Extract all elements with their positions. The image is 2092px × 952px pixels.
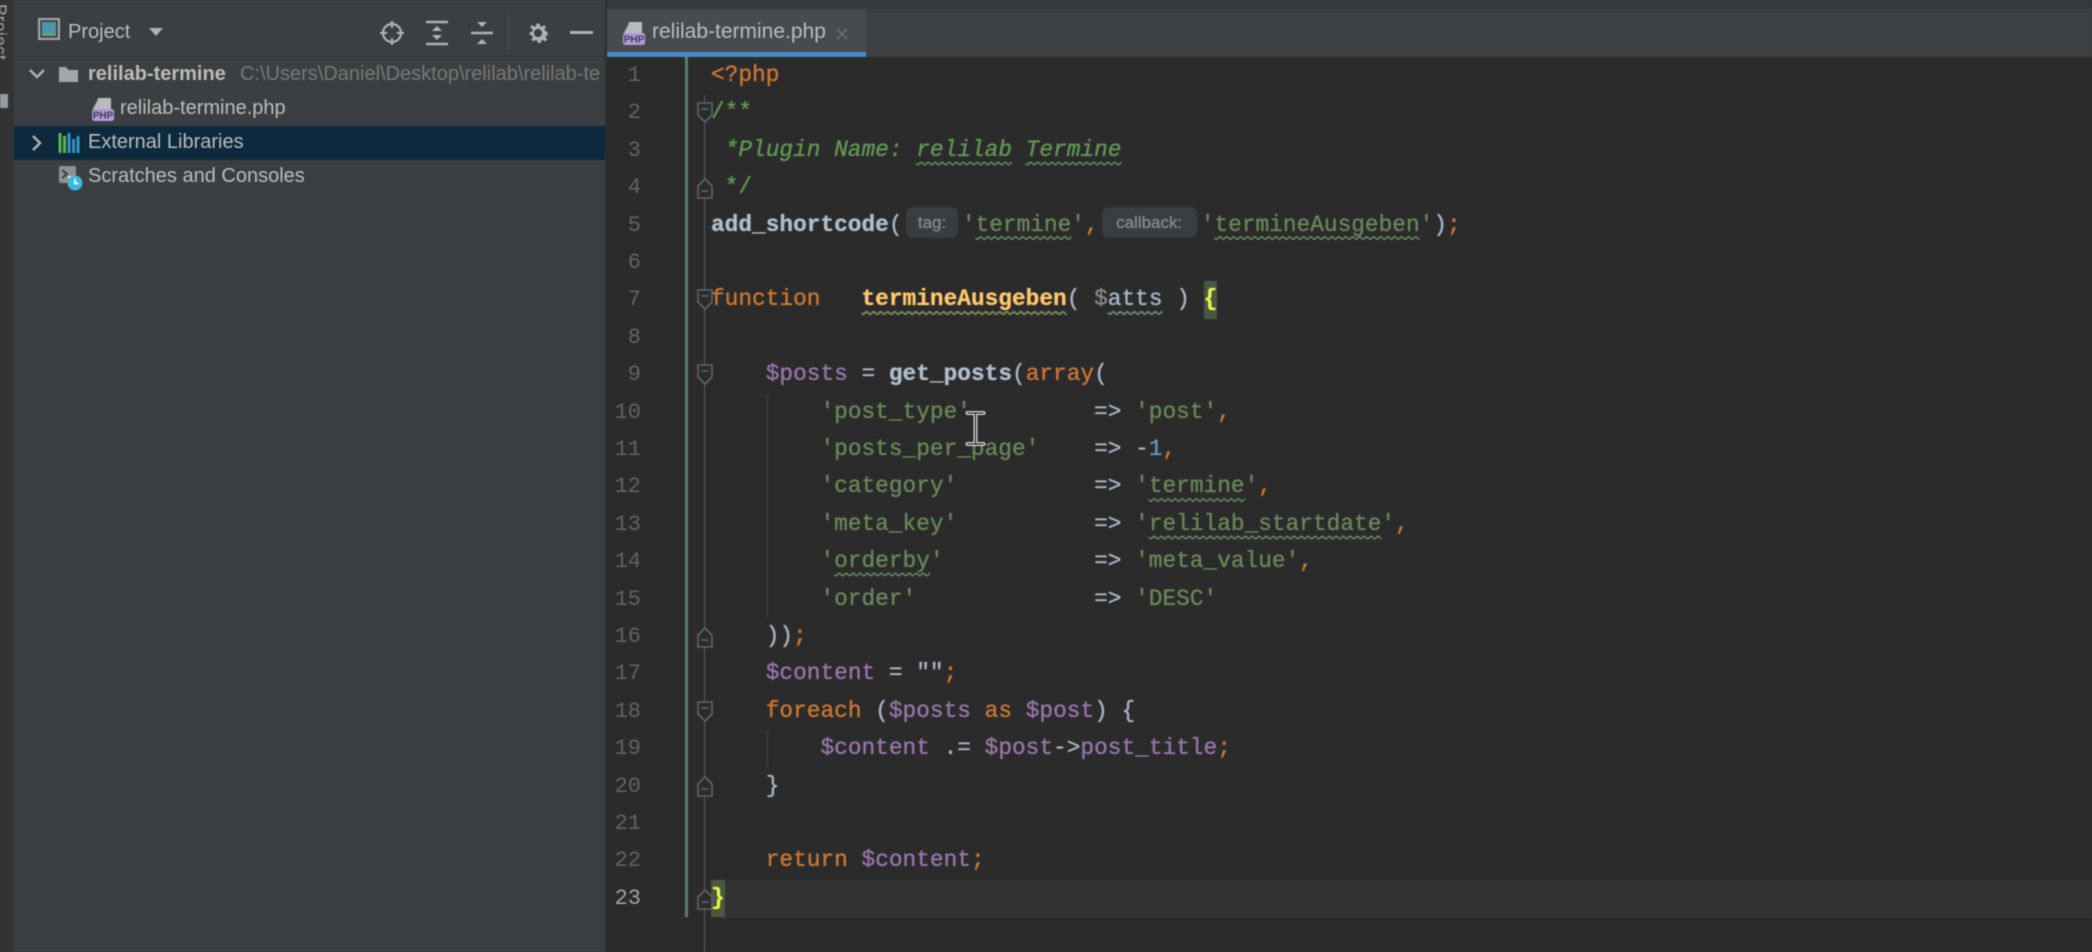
svg-text:PHP: PHP xyxy=(93,111,114,122)
svg-text:PHP: PHP xyxy=(624,35,645,46)
